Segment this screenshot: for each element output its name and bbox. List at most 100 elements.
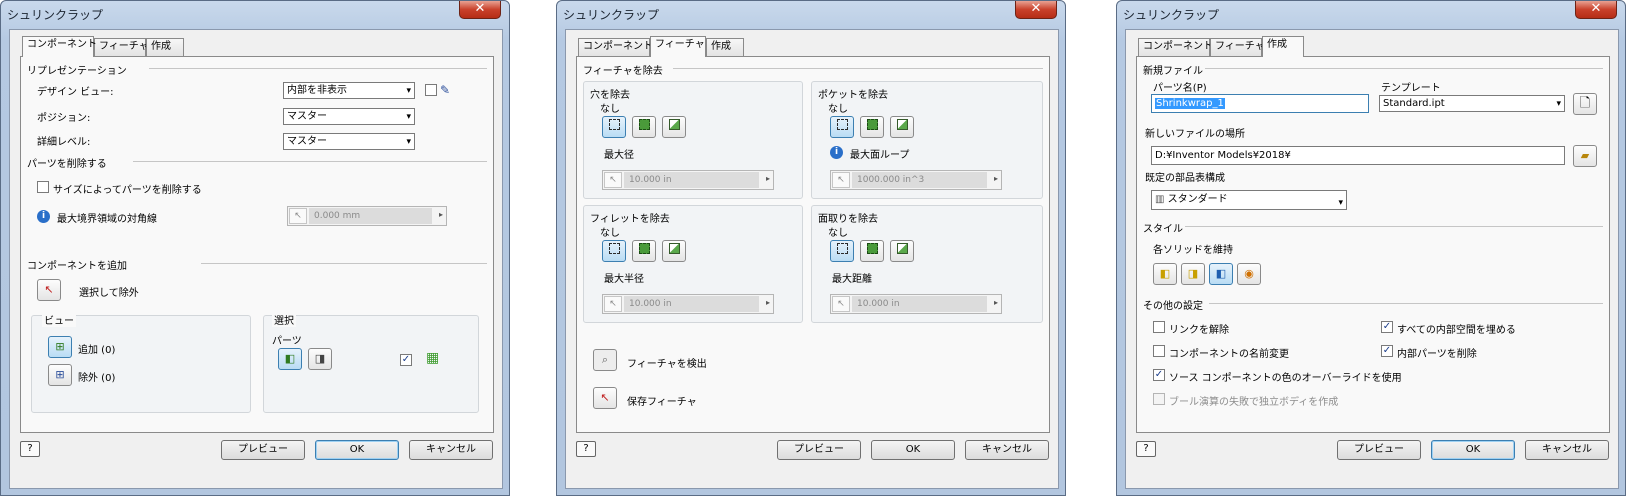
design-view-label: デザイン ビュー:: [37, 87, 114, 98]
tab-component[interactable]: コンポーネント: [1138, 38, 1213, 56]
holes-none-button[interactable]: [602, 116, 626, 138]
info-icon: i: [830, 146, 843, 159]
help-button[interactable]: ?: [576, 441, 596, 457]
style-multi-color-button[interactable]: ◧: [1209, 263, 1233, 285]
document-icon: 🗋: [1579, 96, 1591, 111]
chamfers-none-button[interactable]: [830, 240, 854, 262]
override-color-checkbox[interactable]: ✓: [1153, 369, 1165, 381]
section-style: スタイル: [1143, 224, 1183, 235]
cancel-button[interactable]: キャンセル: [965, 440, 1049, 460]
break-link-checkbox[interactable]: [1153, 321, 1165, 333]
help-button[interactable]: ?: [20, 441, 40, 457]
help-button[interactable]: ?: [1136, 441, 1156, 457]
style-single-solid-button[interactable]: ◧: [1153, 263, 1177, 285]
fillets-all-button[interactable]: [632, 240, 656, 262]
chamfers-none-label: なし: [828, 228, 848, 239]
lod-label: 詳細レベル:: [37, 137, 91, 148]
pockets-group: ポケットを除去 なし i 最大面ループ ↖ 1000.000 in^3 ▸: [811, 81, 1043, 199]
preview-button[interactable]: プレビュー: [777, 440, 861, 460]
detect-features-label: フィーチャを検出: [627, 359, 707, 370]
select-part-button[interactable]: ◧: [278, 348, 302, 370]
remove-by-size-label: サイズによってパーツを削除する: [53, 185, 202, 196]
ok-button[interactable]: OK: [871, 440, 955, 460]
holes-range-button[interactable]: [662, 116, 686, 138]
chamfers-group: 面取りを除去 なし 最大距離 ↖ 10.000 in ▸: [811, 205, 1043, 323]
style-keep-solids-button[interactable]: ◨: [1181, 263, 1205, 285]
lod-select[interactable]: マスター ▾: [283, 133, 415, 150]
section-remove-features: フィーチャを除去: [583, 66, 663, 77]
dropdown-arrow-icon: ▾: [406, 86, 411, 96]
preview-button[interactable]: プレビュー: [221, 440, 305, 460]
pockets-label: ポケットを除去: [818, 90, 888, 101]
bom-select[interactable]: ▥ スタンダード ▾: [1151, 190, 1347, 210]
chamfers-range-button[interactable]: [890, 240, 914, 262]
preview-button[interactable]: プレビュー: [1337, 440, 1421, 460]
selection-checkbox[interactable]: ✓: [400, 354, 412, 366]
design-view-select[interactable]: 内部を非表示 ▾: [283, 82, 415, 99]
folder-browse-button[interactable]: ▰: [1573, 145, 1597, 167]
close-button[interactable]: ✕: [1015, 1, 1057, 19]
design-view-associative-checkbox[interactable]: [425, 84, 437, 96]
position-select[interactable]: マスター ▾: [283, 108, 415, 125]
location-input[interactable]: D:¥Inventor Models¥2018¥: [1151, 146, 1565, 165]
boolean-fail-checkbox: [1153, 393, 1165, 405]
add-view-label: 追加 (0): [78, 345, 116, 356]
tab-component[interactable]: コンポーネント: [578, 38, 653, 56]
close-button[interactable]: ✕: [1575, 1, 1617, 19]
dropdown-arrow-icon: ▾: [1338, 198, 1343, 208]
fillets-range-button[interactable]: [662, 240, 686, 262]
play-arrow-icon: ▸: [765, 174, 770, 183]
select-exclude-button[interactable]: ↖: [37, 279, 61, 301]
tab-component[interactable]: コンポーネント: [22, 36, 97, 57]
tab-feature[interactable]: フィーチャ: [1210, 38, 1265, 56]
holes-all-button[interactable]: [632, 116, 656, 138]
remove-internal-parts-checkbox[interactable]: ✓: [1381, 345, 1393, 357]
remove-by-size-checkbox[interactable]: [37, 181, 49, 193]
pockets-range-button[interactable]: [890, 116, 914, 138]
chamfers-label: 面取りを除去: [818, 214, 878, 225]
chamfers-max-label: 最大距離: [832, 274, 872, 285]
detect-features-button[interactable]: ⌕: [593, 349, 617, 371]
ok-button[interactable]: OK: [1431, 440, 1515, 460]
tab-pane: フィーチャを除去 穴を除去 なし 最大径 ↖ 10.000 in ▸ ポケットを除去…: [576, 56, 1050, 433]
fillets-none-label: なし: [600, 228, 620, 239]
max-diagonal-label: 最大境界領域の対角線: [57, 214, 157, 225]
chamfers-all-button[interactable]: [860, 240, 884, 262]
pockets-none-button[interactable]: [830, 116, 854, 138]
tab-create[interactable]: 作成: [1262, 36, 1304, 57]
bom-label: 既定の部品表構成: [1145, 173, 1225, 184]
tab-create[interactable]: 作成: [146, 38, 184, 56]
tab-feature[interactable]: フィーチャ: [94, 38, 149, 56]
fillets-max-input: ↖ 10.000 in ▸: [602, 294, 774, 314]
fillets-none-button[interactable]: [602, 240, 626, 262]
cancel-button[interactable]: キャンセル: [409, 440, 493, 460]
part-name-input[interactable]: Shrinkwrap_1: [1151, 94, 1369, 113]
select-part-alt-button[interactable]: ◨: [308, 348, 332, 370]
template-label: テンプレート: [1381, 83, 1441, 94]
keep-features-button[interactable]: ↖: [593, 387, 617, 409]
pockets-all-button[interactable]: [860, 116, 884, 138]
pockets-none-label: なし: [828, 104, 848, 115]
section-other-settings: その他の設定: [1143, 301, 1203, 312]
add-view-button[interactable]: ⊞: [48, 336, 72, 358]
style-single-color-button[interactable]: ◉: [1237, 263, 1261, 285]
close-button[interactable]: ✕: [459, 1, 501, 19]
cancel-button[interactable]: キャンセル: [1525, 440, 1609, 460]
cursor-icon: ↖: [44, 283, 54, 296]
dialog-client: コンポーネント フィーチャ 作成 リプレゼンテーション デザイン ビュー: 内部…: [9, 29, 503, 489]
dialog-client: コンポーネント フィーチャ 作成 フィーチャを除去 穴を除去 なし 最大径 ↖ 1…: [565, 29, 1059, 489]
tab-feature[interactable]: フィーチャ: [650, 36, 706, 57]
template-select[interactable]: Standard.ipt ▾: [1379, 95, 1565, 112]
part-name-label: パーツ名(P): [1153, 83, 1207, 94]
boolean-fail-label: ブール演算の失敗で独立ボディを作成: [1169, 397, 1339, 408]
template-browse-button[interactable]: 🗋: [1573, 93, 1597, 115]
fill-voids-checkbox[interactable]: ✓: [1381, 321, 1393, 333]
exclude-view-button[interactable]: ⊞: [48, 364, 72, 386]
tab-create[interactable]: 作成: [706, 38, 744, 56]
dialog-title: シュリンクラップ: [7, 8, 104, 22]
rename-components-checkbox[interactable]: [1153, 345, 1165, 357]
fillets-group: フィレットを除去 なし 最大半径 ↖ 10.000 in ▸: [583, 205, 803, 323]
pockets-max-label: 最大面ループ: [850, 150, 910, 161]
ok-button[interactable]: OK: [315, 440, 399, 460]
dropdown-arrow-icon: ▾: [1556, 99, 1561, 109]
